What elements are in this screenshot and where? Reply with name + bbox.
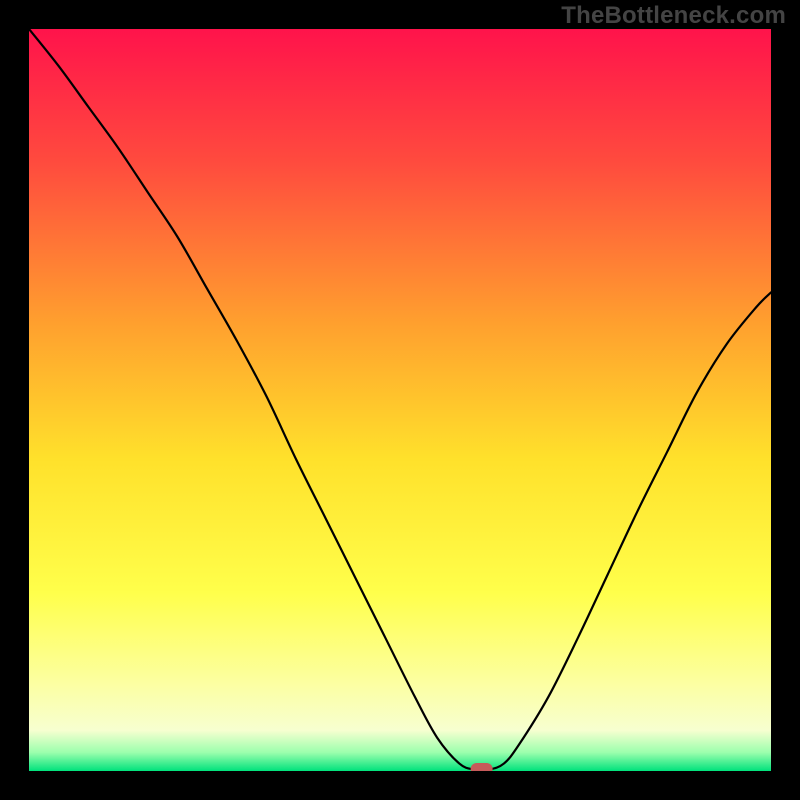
watermark-text: TheBottleneck.com — [561, 2, 786, 30]
optimal-marker — [471, 763, 493, 775]
chart-canvas — [0, 0, 800, 800]
gradient-background — [29, 29, 771, 771]
bottleneck-chart: TheBottleneck.com — [0, 0, 800, 800]
